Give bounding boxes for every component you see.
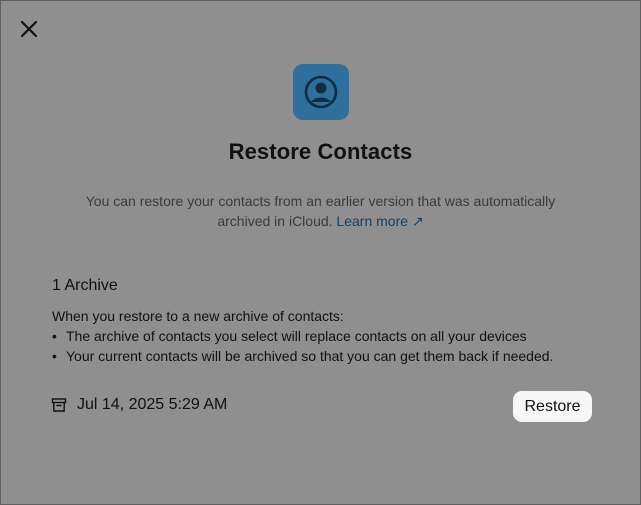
learn-more-link[interactable]: Learn more ↗ — [336, 213, 423, 229]
dialog-description: You can restore your contacts from an ea… — [61, 191, 580, 231]
learn-more-label: Learn more — [336, 213, 409, 229]
external-link-arrow-icon: ↗ — [411, 213, 424, 229]
list-item: Your current contacts will be archived s… — [52, 346, 553, 366]
archive-count-heading: 1 Archive — [52, 277, 118, 294]
restore-contacts-dialog: Restore Contacts You can restore your co… — [0, 0, 641, 505]
contacts-app-icon — [293, 64, 349, 120]
close-button[interactable] — [17, 17, 41, 41]
archive-box-icon — [51, 398, 67, 412]
description-text: You can restore your contacts from an ea… — [85, 193, 556, 229]
close-icon — [20, 20, 38, 38]
archive-list-item: Jul 14, 2025 5:29 AM — [51, 396, 227, 414]
archive-bullet-list: The archive of contacts you select will … — [52, 326, 553, 366]
restore-button[interactable]: Restore — [513, 391, 592, 422]
archive-intro-text: When you restore to a new archive of con… — [52, 308, 344, 324]
dialog-title: Restore Contacts — [228, 139, 413, 164]
list-item: The archive of contacts you select will … — [52, 326, 553, 346]
archive-info: When you restore to a new archive of con… — [52, 306, 553, 366]
archive-date: Jul 14, 2025 5:29 AM — [77, 396, 228, 413]
